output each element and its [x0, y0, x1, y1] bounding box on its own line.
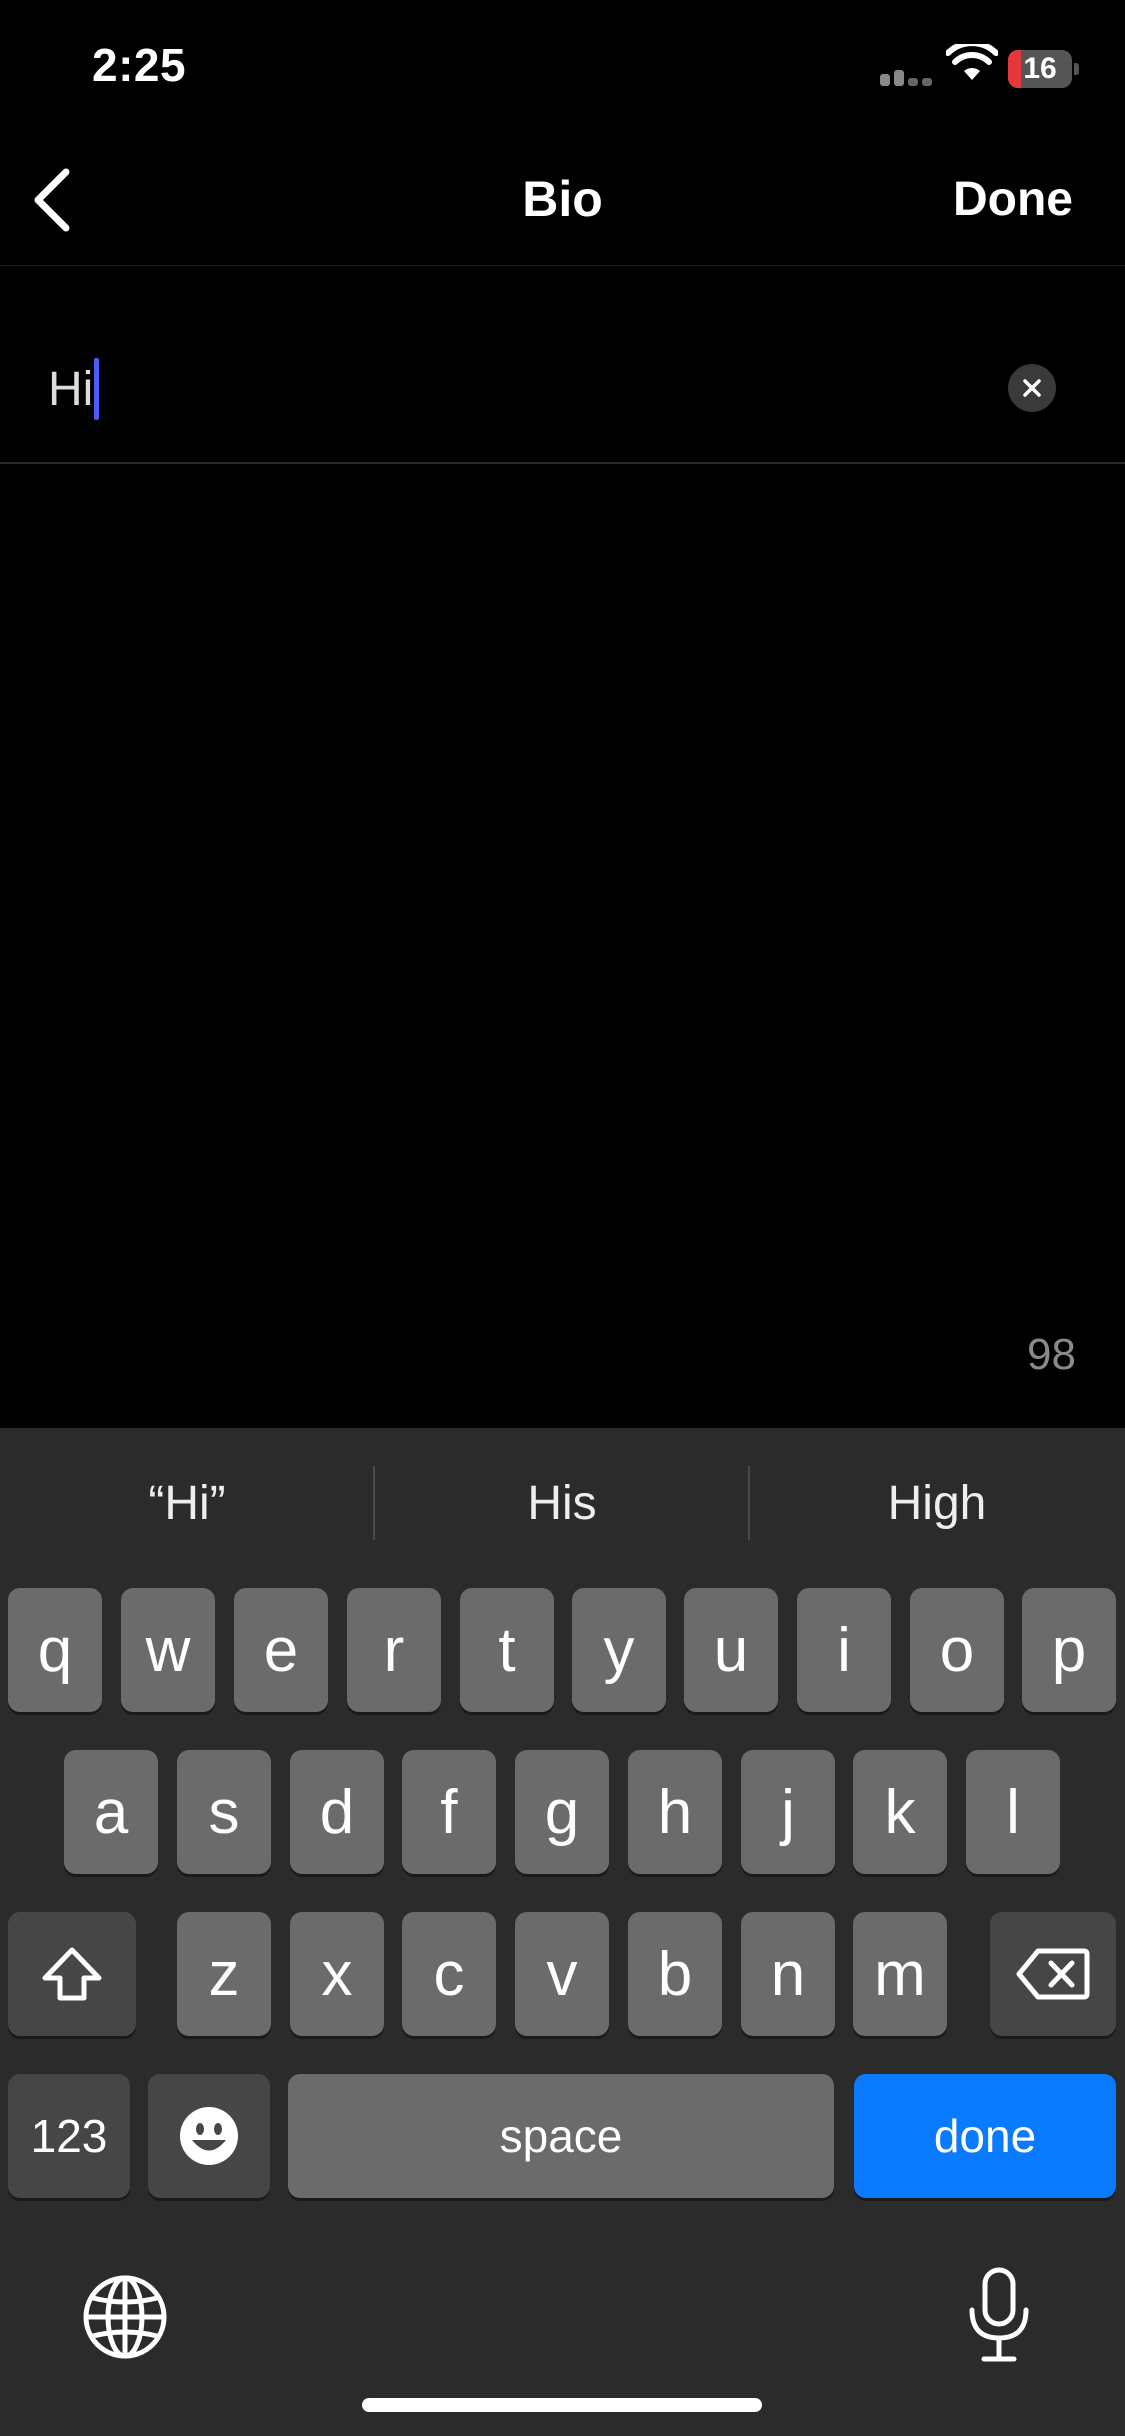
key[interactable]: j: [741, 1750, 835, 1874]
nav-bar: Bio Done: [0, 140, 1125, 266]
key[interactable]: s: [177, 1750, 271, 1874]
suggestion-item[interactable]: His: [375, 1428, 749, 1578]
key[interactable]: y: [572, 1588, 666, 1712]
battery-level: 16: [1023, 52, 1057, 85]
key[interactable]: q: [8, 1588, 102, 1712]
shift-icon[interactable]: [8, 1912, 136, 2036]
key[interactable]: o: [910, 1588, 1004, 1712]
bio-input[interactable]: Hi: [48, 358, 100, 420]
key[interactable]: f: [402, 1750, 496, 1874]
key[interactable]: i: [797, 1588, 891, 1712]
character-count: 98: [1027, 1330, 1076, 1379]
bio-input-value: Hi: [48, 362, 94, 416]
suggestion-item[interactable]: High: [750, 1428, 1124, 1578]
key[interactable]: l: [966, 1750, 1060, 1874]
space-key[interactable]: space: [288, 2074, 834, 2198]
emoji-icon[interactable]: [148, 2074, 270, 2198]
key[interactable]: t: [460, 1588, 554, 1712]
key[interactable]: z: [177, 1912, 271, 2036]
key[interactable]: a: [64, 1750, 158, 1874]
key[interactable]: p: [1022, 1588, 1116, 1712]
status-time: 2:25: [92, 39, 187, 91]
key[interactable]: e: [234, 1588, 328, 1712]
key[interactable]: g: [515, 1750, 609, 1874]
keyboard: “Hi” His High q w e r t y u i o p a s d …: [0, 1428, 1125, 2436]
key[interactable]: d: [290, 1750, 384, 1874]
key[interactable]: m: [853, 1912, 947, 2036]
bio-field[interactable]: Hi: [0, 266, 1125, 464]
close-circle-icon[interactable]: [1008, 364, 1056, 412]
globe-icon[interactable]: [80, 2272, 170, 2362]
key[interactable]: c: [402, 1912, 496, 2036]
done-button[interactable]: Done: [953, 172, 1073, 227]
key[interactable]: h: [628, 1750, 722, 1874]
status-bar: 2:25 16: [0, 0, 1125, 140]
home-indicator[interactable]: [362, 2398, 762, 2412]
key[interactable]: k: [853, 1750, 947, 1874]
key[interactable]: w: [121, 1588, 215, 1712]
key[interactable]: v: [515, 1912, 609, 2036]
numbers-key[interactable]: 123: [8, 2074, 130, 2198]
key[interactable]: r: [347, 1588, 441, 1712]
key[interactable]: x: [290, 1912, 384, 2036]
cellular-signal-icon: [880, 58, 934, 86]
microphone-icon[interactable]: [964, 2266, 1034, 2366]
delete-icon[interactable]: [990, 1912, 1116, 2036]
key[interactable]: b: [628, 1912, 722, 2036]
key[interactable]: n: [741, 1912, 835, 2036]
wifi-icon: [946, 44, 998, 80]
suggestion-item[interactable]: “Hi”: [0, 1428, 374, 1578]
battery-icon: 16: [1008, 50, 1079, 88]
key[interactable]: u: [684, 1588, 778, 1712]
text-cursor: [94, 358, 100, 420]
bio-edit-screen: 2:25 16 Bio Done Hi 98 “Hi” His High q w…: [0, 0, 1125, 2436]
suggestion-bar: “Hi” His High: [0, 1428, 1125, 1578]
keyboard-done-button[interactable]: done: [854, 2074, 1116, 2198]
